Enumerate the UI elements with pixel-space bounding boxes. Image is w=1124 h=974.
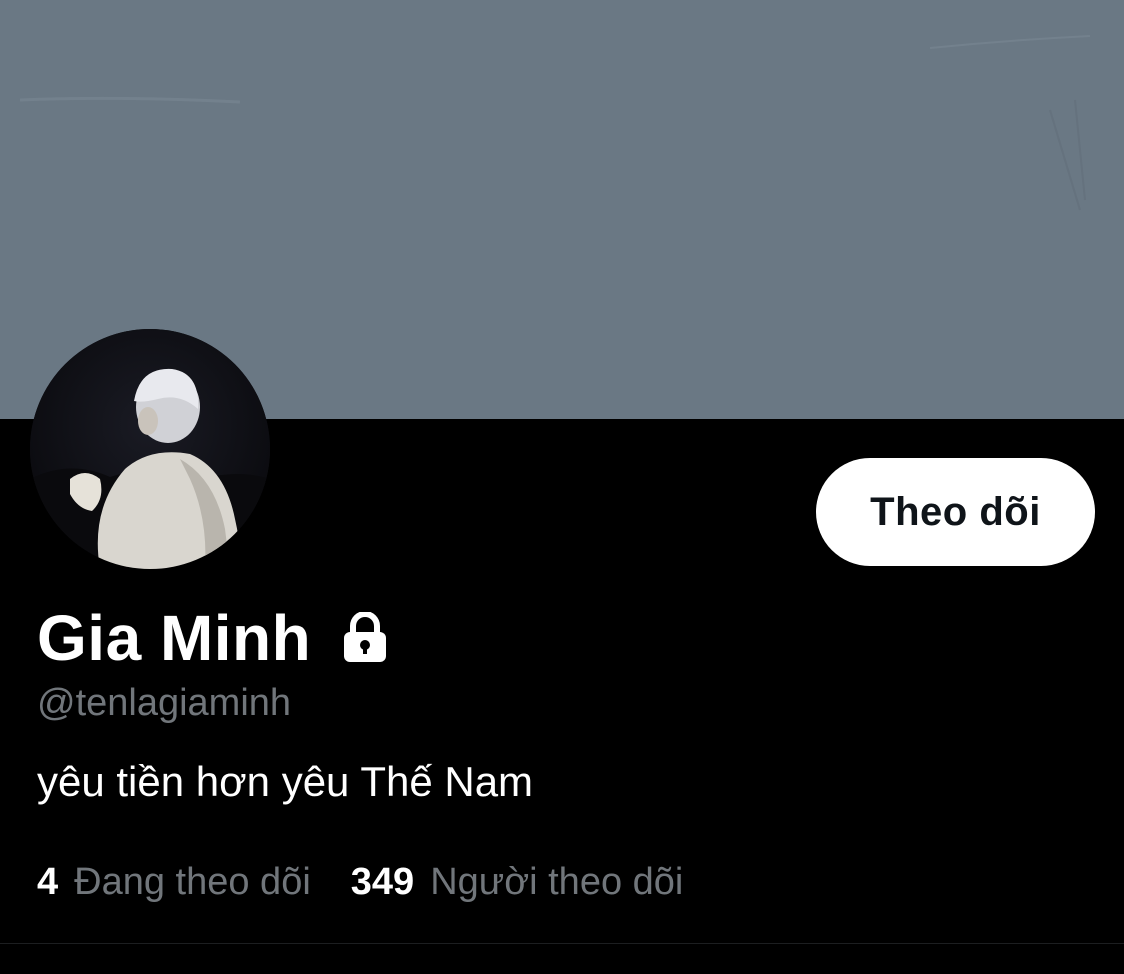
profile-page: Theo dõi Gia Minh @tenlagiaminh yêu tiền… — [0, 0, 1124, 974]
avatar-image — [30, 329, 270, 569]
display-name: Gia Minh — [37, 602, 312, 674]
followers-label: Người theo dõi — [430, 861, 684, 903]
followers-link[interactable]: 349 Người theo dõi — [351, 858, 684, 906]
name-row: Gia Minh — [37, 600, 389, 676]
follow-button[interactable]: Theo dõi — [816, 458, 1095, 566]
profile-stats: 4 Đang theo dõi 349 Người theo dõi — [37, 858, 723, 906]
profile-bio: yêu tiền hơn yêu Thế Nam — [37, 758, 534, 805]
following-link[interactable]: 4 Đang theo dõi — [37, 858, 311, 906]
following-count: 4 — [37, 861, 59, 903]
followers-count: 349 — [350, 861, 415, 903]
profile-handle: @tenlagiaminh — [37, 682, 292, 724]
following-label: Đang theo dõi — [74, 861, 311, 903]
lock-icon — [341, 611, 389, 664]
avatar[interactable] — [30, 329, 270, 569]
divider — [0, 943, 1124, 944]
